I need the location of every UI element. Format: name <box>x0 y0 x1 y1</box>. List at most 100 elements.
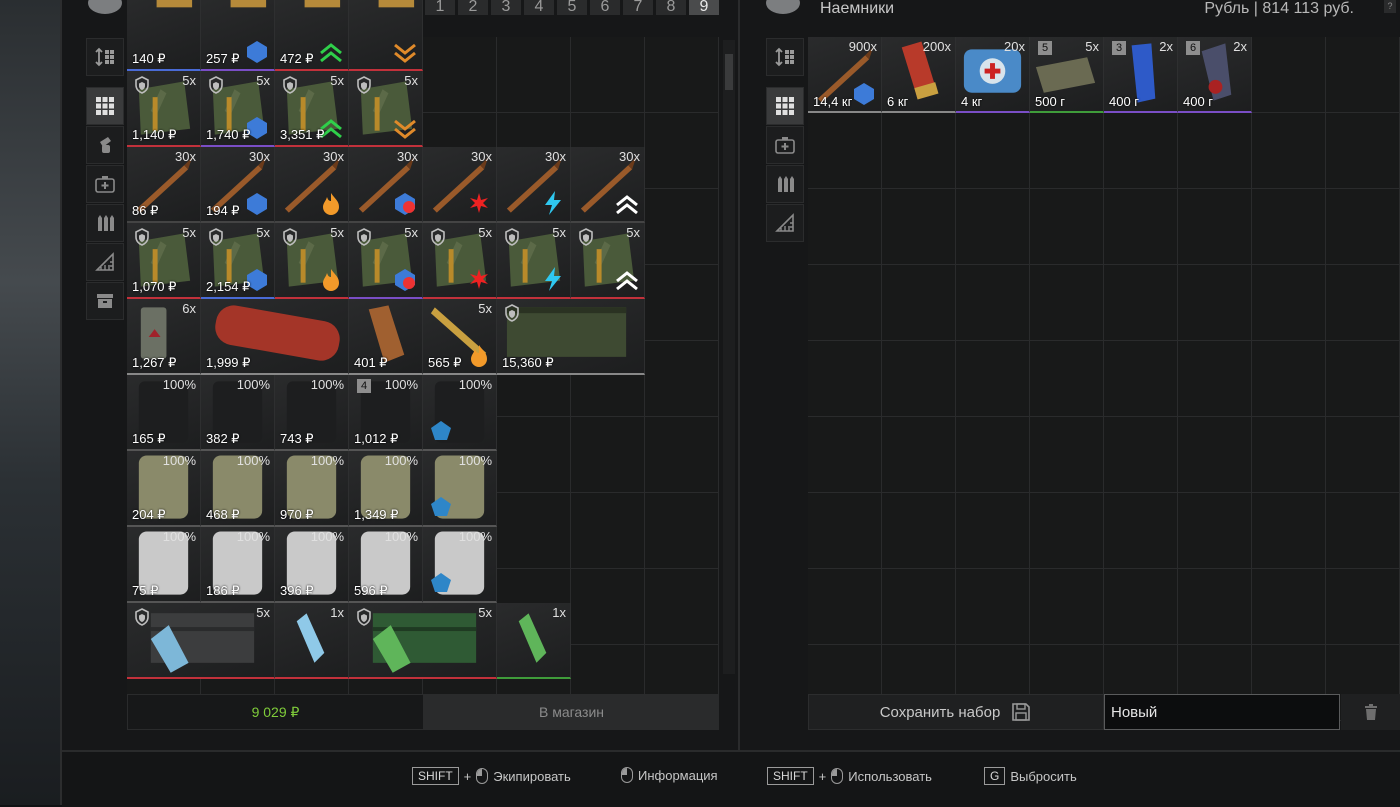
inventory-item[interactable]: 5x <box>349 603 497 680</box>
empty-slot[interactable] <box>1326 569 1400 645</box>
inventory-item[interactable]: 100% 743 ₽ <box>275 375 349 452</box>
to-store-button[interactable]: В магазин <box>424 694 719 730</box>
inventory-item[interactable] <box>349 0 423 72</box>
inventory-item[interactable]: 15,360 ₽ <box>497 299 645 376</box>
inventory-item[interactable]: 140 ₽ <box>127 0 201 72</box>
inventory-item[interactable]: 401 ₽ <box>349 299 423 376</box>
filter-all-button-right[interactable] <box>766 87 804 125</box>
empty-slot[interactable] <box>645 113 719 189</box>
inventory-item[interactable]: 6x 1,267 ₽ <box>127 299 201 376</box>
empty-slot[interactable] <box>645 417 719 493</box>
empty-slot[interactable] <box>1252 493 1326 569</box>
tab-5[interactable]: 5 <box>557 0 587 15</box>
inventory-item[interactable]: 1,999 ₽ <box>201 299 349 376</box>
empty-slot[interactable] <box>1104 417 1178 493</box>
inventory-item[interactable]: 5x <box>127 603 275 680</box>
empty-slot[interactable] <box>808 341 882 417</box>
sort-button[interactable] <box>86 38 124 76</box>
empty-slot[interactable] <box>882 113 956 189</box>
empty-slot[interactable] <box>497 493 571 569</box>
inventory-item[interactable]: 5x 1,740 ₽ <box>201 71 275 148</box>
empty-slot[interactable] <box>808 189 882 265</box>
empty-slot[interactable] <box>1178 265 1252 341</box>
filter-medical-button[interactable] <box>86 165 124 203</box>
empty-slot[interactable] <box>1326 493 1400 569</box>
empty-slot[interactable] <box>1178 417 1252 493</box>
empty-slot[interactable] <box>1252 417 1326 493</box>
inventory-item[interactable]: 2x 400 г 6 <box>1178 37 1252 113</box>
inventory-item[interactable]: 100% <box>423 527 497 604</box>
empty-slot[interactable] <box>1178 113 1252 189</box>
inventory-item[interactable]: 20x 4 кг <box>956 37 1030 113</box>
inventory-item[interactable]: 30x <box>275 147 349 224</box>
help-icon[interactable]: ? <box>1384 0 1396 13</box>
empty-slot[interactable] <box>1030 113 1104 189</box>
empty-slot[interactable] <box>882 189 956 265</box>
inventory-item[interactable]: 30x <box>423 147 497 224</box>
empty-slot[interactable] <box>645 37 719 113</box>
tab-7[interactable]: 7 <box>623 0 653 15</box>
empty-slot[interactable] <box>571 569 645 645</box>
empty-slot[interactable] <box>497 417 571 493</box>
empty-slot[interactable] <box>571 493 645 569</box>
empty-slot[interactable] <box>571 417 645 493</box>
kit-name-input[interactable] <box>1104 694 1340 730</box>
empty-slot[interactable] <box>1252 37 1326 113</box>
empty-slot[interactable] <box>1104 113 1178 189</box>
empty-slot[interactable] <box>645 189 719 265</box>
empty-slot[interactable] <box>808 417 882 493</box>
inventory-item[interactable]: 100% 970 ₽ <box>275 451 349 528</box>
inventory-item[interactable]: 900x 14,4 кг <box>808 37 882 113</box>
inventory-item[interactable]: 200x 6 кг <box>882 37 956 113</box>
tab-8[interactable]: 8 <box>656 0 686 15</box>
empty-slot[interactable] <box>882 569 956 645</box>
empty-slot[interactable] <box>1104 569 1178 645</box>
filter-containers-button[interactable] <box>86 282 124 320</box>
empty-slot[interactable] <box>956 493 1030 569</box>
inventory-item[interactable]: 5x <box>349 71 423 148</box>
inventory-item[interactable]: 1x <box>497 603 571 680</box>
empty-slot[interactable] <box>1178 341 1252 417</box>
inventory-item[interactable]: 100% 596 ₽ <box>349 527 423 604</box>
empty-slot[interactable] <box>1178 189 1252 265</box>
inventory-item[interactable]: 1x <box>275 603 349 680</box>
save-kit-button[interactable]: Сохранить набор <box>808 694 1104 730</box>
inventory-item[interactable]: 100% 382 ₽ <box>201 375 275 452</box>
inventory-item[interactable]: 5x 1,140 ₽ <box>127 71 201 148</box>
filter-gear-button[interactable] <box>86 243 124 281</box>
empty-slot[interactable] <box>956 189 1030 265</box>
inventory-item[interactable]: 100% 1,012 ₽ 4 <box>349 375 423 452</box>
filter-ammo-button[interactable] <box>86 204 124 242</box>
empty-slot[interactable] <box>1030 189 1104 265</box>
inventory-item[interactable]: 5x 1,070 ₽ <box>127 223 201 300</box>
empty-slot[interactable] <box>1178 569 1252 645</box>
empty-slot[interactable] <box>1030 265 1104 341</box>
delete-kit-button[interactable] <box>1341 694 1400 730</box>
empty-slot[interactable] <box>1104 493 1178 569</box>
empty-slot[interactable] <box>1326 417 1400 493</box>
empty-slot[interactable] <box>808 265 882 341</box>
inventory-item[interactable]: 5x <box>275 223 349 300</box>
inventory-item[interactable]: 5x <box>571 223 645 300</box>
empty-slot[interactable] <box>571 37 645 113</box>
inventory-item[interactable]: 100% 468 ₽ <box>201 451 275 528</box>
empty-slot[interactable] <box>423 37 497 113</box>
empty-slot[interactable] <box>882 493 956 569</box>
empty-slot[interactable] <box>1030 569 1104 645</box>
inventory-item[interactable]: 30x <box>349 147 423 224</box>
inventory-item[interactable]: 2x 400 г 3 <box>1104 37 1178 113</box>
empty-slot[interactable] <box>956 265 1030 341</box>
empty-slot[interactable] <box>956 341 1030 417</box>
inventory-item[interactable]: 30x <box>571 147 645 224</box>
empty-slot[interactable] <box>1252 189 1326 265</box>
empty-slot[interactable] <box>1030 417 1104 493</box>
empty-slot[interactable] <box>956 417 1030 493</box>
tab-3[interactable]: 3 <box>491 0 521 15</box>
inventory-item[interactable]: 100% 165 ₽ <box>127 375 201 452</box>
sort-button-right[interactable] <box>766 38 804 76</box>
inventory-item[interactable]: 5x 565 ₽ <box>423 299 497 376</box>
empty-slot[interactable] <box>1326 341 1400 417</box>
empty-slot[interactable] <box>1252 341 1326 417</box>
empty-slot[interactable] <box>808 493 882 569</box>
scrollbar[interactable] <box>723 40 735 674</box>
